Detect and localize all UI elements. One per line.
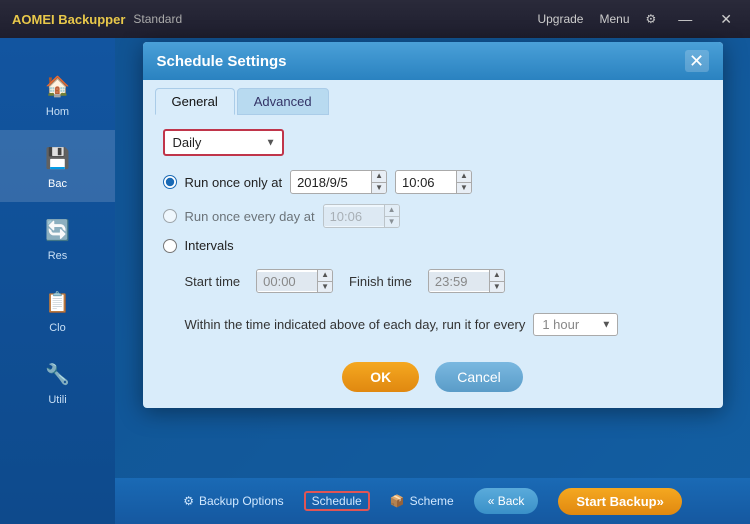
schedule-options: Run once only at ▲ ▼ ▲ bbox=[163, 170, 703, 336]
intervals-label: Intervals bbox=[185, 238, 234, 253]
sidebar-item-clone[interactable]: 📋 Clo bbox=[0, 274, 115, 346]
run-once-time-input[interactable] bbox=[396, 173, 456, 192]
hour-select-wrapper[interactable]: 1 hour 2 hours 4 hours 6 hours 12 hours … bbox=[533, 313, 618, 336]
within-row: Within the time indicated above of each … bbox=[185, 313, 703, 336]
tab-advanced[interactable]: Advanced bbox=[237, 88, 329, 115]
run-once-every-row: Run once every day at ▲ ▼ bbox=[163, 204, 703, 228]
time-down-button[interactable]: ▼ bbox=[457, 183, 471, 195]
settings-icon[interactable]: ⚙ bbox=[646, 12, 657, 26]
sidebar-label-home: Hom bbox=[46, 106, 69, 118]
start-time-group[interactable]: ▲ ▼ bbox=[256, 269, 333, 293]
sidebar: 🏠 Hom 💾 Bac 🔄 Res 📋 Clo 🔧 Utili bbox=[0, 38, 115, 524]
sidebar-item-backup[interactable]: 💾 Bac bbox=[0, 130, 115, 202]
run-once-every-time-input bbox=[324, 207, 384, 226]
restore-icon: 🔄 bbox=[42, 214, 74, 246]
date-input[interactable] bbox=[291, 173, 371, 192]
start-finish-time-row: Start time ▲ ▼ Finish time bbox=[185, 269, 703, 293]
start-time-down-button: ▼ bbox=[318, 282, 332, 294]
run-once-every-radio[interactable] bbox=[163, 209, 177, 223]
dialog-titlebar: Schedule Settings ✕ bbox=[143, 42, 723, 80]
finish-time-group[interactable]: ▲ ▼ bbox=[428, 269, 505, 293]
dialog-box: Schedule Settings ✕ General Advanced bbox=[143, 42, 723, 408]
run-once-only-label: Run once only at bbox=[185, 175, 283, 190]
date-down-button[interactable]: ▼ bbox=[372, 183, 386, 195]
frequency-dropdown-row: Daily Weekly Monthly Event triggers USB … bbox=[163, 129, 703, 156]
backup-icon: 💾 bbox=[42, 142, 74, 174]
finish-time-spinner: ▲ ▼ bbox=[489, 269, 504, 293]
schedule-button[interactable]: Schedule bbox=[304, 491, 370, 511]
start-time-up-button: ▲ bbox=[318, 269, 332, 282]
dialog-tabs: General Advanced bbox=[143, 80, 723, 115]
upgrade-button[interactable]: Upgrade bbox=[537, 12, 583, 26]
minimize-button[interactable]: — bbox=[672, 9, 698, 29]
close-button[interactable]: ✕ bbox=[714, 9, 738, 30]
sidebar-item-restore[interactable]: 🔄 Res bbox=[0, 202, 115, 274]
gear-icon: ⚙ bbox=[183, 494, 194, 508]
top-bar-right: Upgrade Menu ⚙ — ✕ bbox=[537, 9, 738, 30]
time-up-button[interactable]: ▲ bbox=[457, 170, 471, 183]
dialog-container: Schedule Settings ✕ General Advanced bbox=[115, 28, 750, 524]
frequency-select-wrapper[interactable]: Daily Weekly Monthly Event triggers USB … bbox=[163, 129, 284, 156]
menu-button[interactable]: Menu bbox=[599, 12, 629, 26]
sidebar-label-utilities: Utili bbox=[48, 394, 66, 406]
ok-button[interactable]: OK bbox=[342, 362, 419, 392]
start-time-label: Start time bbox=[185, 274, 241, 289]
schedule-label-box[interactable]: Schedule bbox=[304, 491, 370, 511]
app-background: AOMEI Backupper Standard Upgrade Menu ⚙ … bbox=[0, 0, 750, 524]
run-once-only-radio[interactable] bbox=[163, 175, 177, 189]
scheme-label: Scheme bbox=[410, 494, 454, 508]
every-time-down-button: ▼ bbox=[385, 217, 399, 229]
sidebar-label-clone: Clo bbox=[49, 322, 66, 334]
tab-general[interactable]: General bbox=[155, 88, 235, 115]
sidebar-item-home[interactable]: 🏠 Hom bbox=[0, 58, 115, 130]
start-time-spinner: ▲ ▼ bbox=[317, 269, 332, 293]
backup-options-button[interactable]: ⚙ Backup Options bbox=[183, 494, 283, 508]
utilities-icon: 🔧 bbox=[42, 358, 74, 390]
hour-select[interactable]: 1 hour 2 hours 4 hours 6 hours 12 hours bbox=[534, 314, 617, 335]
run-once-every-label: Run once every day at bbox=[185, 209, 315, 224]
run-once-every-time-group: ▲ ▼ bbox=[323, 204, 400, 228]
date-spinner: ▲ ▼ bbox=[371, 170, 386, 194]
finish-time-up-button: ▲ bbox=[490, 269, 504, 282]
dialog-title: Schedule Settings bbox=[157, 53, 287, 70]
finish-time-label: Finish time bbox=[349, 274, 412, 289]
sidebar-label-backup: Bac bbox=[48, 178, 67, 190]
backup-options-label: Backup Options bbox=[199, 494, 284, 508]
scheme-icon: 📦 bbox=[390, 494, 405, 508]
app-logo: AOMEI Backupper bbox=[12, 12, 125, 27]
top-bar-left: AOMEI Backupper Standard bbox=[12, 12, 182, 27]
schedule-label: Schedule bbox=[312, 494, 362, 508]
finish-time-down-button: ▼ bbox=[490, 282, 504, 294]
sidebar-label-restore: Res bbox=[48, 250, 68, 262]
run-once-time-group[interactable]: ▲ ▼ bbox=[395, 170, 472, 194]
clone-icon: 📋 bbox=[42, 286, 74, 318]
run-once-only-row: Run once only at ▲ ▼ ▲ bbox=[163, 170, 703, 194]
dialog-content: Daily Weekly Monthly Event triggers USB … bbox=[143, 115, 723, 352]
app-edition: Standard bbox=[133, 12, 182, 26]
start-backup-button[interactable]: Start Backup» bbox=[558, 488, 681, 515]
intervals-radio[interactable] bbox=[163, 239, 177, 253]
every-time-up-button: ▲ bbox=[385, 204, 399, 217]
scheme-button[interactable]: 📦 Scheme bbox=[390, 494, 454, 508]
back-button[interactable]: « Back bbox=[474, 488, 539, 514]
run-once-every-spinner: ▲ ▼ bbox=[384, 204, 399, 228]
dialog-footer: OK Cancel bbox=[143, 352, 723, 408]
frequency-select[interactable]: Daily Weekly Monthly Event triggers USB … bbox=[165, 131, 282, 154]
finish-time-input bbox=[429, 272, 489, 291]
run-once-time-spinner: ▲ ▼ bbox=[456, 170, 471, 194]
intervals-row: Intervals bbox=[163, 238, 703, 253]
home-icon: 🏠 bbox=[42, 70, 74, 102]
cancel-button[interactable]: Cancel bbox=[435, 362, 523, 392]
within-text: Within the time indicated above of each … bbox=[185, 317, 526, 332]
dialog-close-button[interactable]: ✕ bbox=[685, 50, 709, 72]
bottom-bar: ⚙ Backup Options Schedule 📦 Scheme « Bac… bbox=[115, 478, 750, 524]
sidebar-item-utilities[interactable]: 🔧 Utili bbox=[0, 346, 115, 418]
start-time-input bbox=[257, 272, 317, 291]
date-input-group[interactable]: ▲ ▼ bbox=[290, 170, 387, 194]
date-up-button[interactable]: ▲ bbox=[372, 170, 386, 183]
